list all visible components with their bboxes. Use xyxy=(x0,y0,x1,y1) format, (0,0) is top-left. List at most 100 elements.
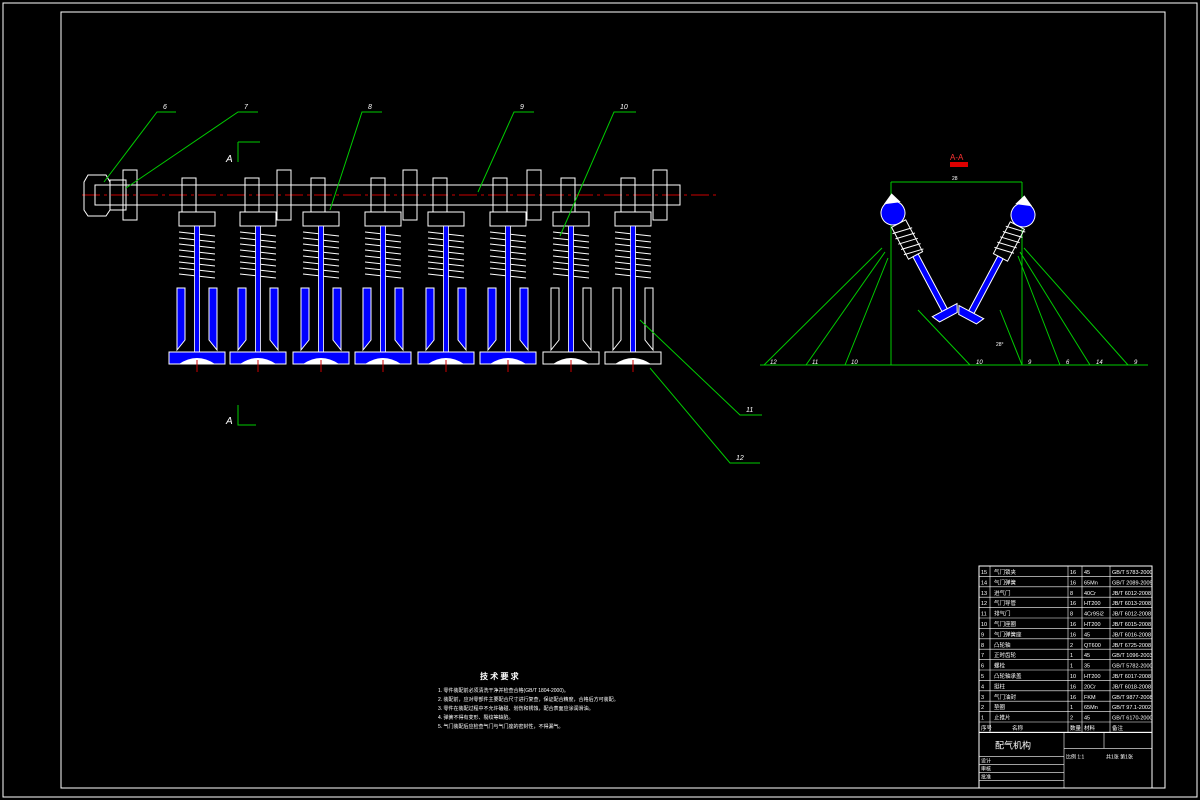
bom-cell: 气门锁夹 xyxy=(994,568,1017,576)
balloon-number: 8 xyxy=(368,104,372,111)
right-valve-assembly xyxy=(958,195,1036,325)
valve-guide-left xyxy=(612,287,622,352)
valve-guide-right xyxy=(394,287,404,352)
bom-cell: 16 xyxy=(1070,695,1076,701)
bom-cell: 16 xyxy=(1070,632,1076,638)
tech-req-item: 5. 气门装配后应检查气门与气门座的密封性，不得漏气。 xyxy=(438,723,564,730)
balloon-number: 12 xyxy=(770,360,777,366)
bom-cell: 16 xyxy=(1070,601,1076,607)
bom-cell: 8 xyxy=(1070,612,1073,618)
section-label-bottom: A xyxy=(225,416,233,427)
balloon-number: 11 xyxy=(812,360,818,366)
bom-cell: 9 xyxy=(981,632,984,638)
bom-cell: 6 xyxy=(981,664,984,670)
bom-cell: GB/T 5782-2000 xyxy=(1112,664,1153,670)
valve-tappet xyxy=(364,211,402,227)
valve-stem xyxy=(380,225,386,353)
bom-cell: 40Cr xyxy=(1084,591,1096,597)
valve-guide-left xyxy=(237,287,247,352)
leader-line xyxy=(1017,255,1061,366)
valve-assembly xyxy=(417,211,475,372)
bom-cell: HT200 xyxy=(1084,601,1101,607)
bom-cell: 2 xyxy=(981,705,984,711)
bom-cell: 13 xyxy=(981,591,987,597)
bom-header-cell: 名称 xyxy=(1012,724,1024,732)
bom-cell: JB/T 6012-2008 xyxy=(1112,591,1151,597)
scale-label: 比例 1:1 xyxy=(1066,753,1085,760)
valve-row xyxy=(168,211,662,372)
bom-cell: GB/T 6170-2000 xyxy=(1112,716,1153,722)
bom-cell: JB/T 6018-2008 xyxy=(1112,684,1151,690)
valve-guide-right xyxy=(582,287,592,352)
bom-cell: 2 xyxy=(1070,716,1073,722)
balloon-number: 14 xyxy=(1096,360,1103,366)
balloon-number: 6 xyxy=(163,104,167,111)
bom-cell: 2 xyxy=(1070,643,1073,649)
valve-tappet xyxy=(239,211,277,227)
main-leaders: 6 7 8 9 10 11 12 xyxy=(103,104,762,464)
bom-cell: 11 xyxy=(981,612,987,618)
valve-stem xyxy=(630,225,636,353)
left-valve-assembly xyxy=(880,193,958,323)
tech-req-title: 技 术 要 求 xyxy=(480,671,520,681)
tech-req-items: 1. 零件装配前必须清洗干净并检查合格(GB/T 1804-2000)。 2. 装… xyxy=(438,687,619,730)
valve-tappet xyxy=(427,211,465,227)
bom-cell: 正时齿轮 xyxy=(994,651,1017,659)
valve-tappet xyxy=(302,211,340,227)
bom-cell: 12 xyxy=(981,601,987,607)
bom-cell: GB/T 5783-2000 xyxy=(1112,570,1153,576)
bom-cell: 8 xyxy=(981,643,984,649)
balloon-number: 9 xyxy=(520,104,524,111)
bom-cell: 凸轮轴 xyxy=(994,641,1011,649)
bom-header-cell: 备注 xyxy=(1112,724,1124,732)
bom-cell: JB/T 6017-2008 xyxy=(1112,674,1151,680)
bom-cell: GB/T 9877-2008 xyxy=(1112,695,1153,701)
bom-cell: 14 xyxy=(981,580,987,586)
valve-tappet xyxy=(614,211,652,227)
bom-cell: 16 xyxy=(1070,622,1076,628)
bom-cell: GB/T 2089-2009 xyxy=(1112,580,1153,586)
valve-guide-left xyxy=(425,287,435,352)
bom-cell: 4 xyxy=(981,684,984,690)
section-mark-top: A xyxy=(225,141,260,165)
bom-cell: 排气门 xyxy=(994,610,1011,618)
balloon-number: 10 xyxy=(976,360,983,366)
valve-stem xyxy=(505,225,511,353)
valve-guide-left xyxy=(550,287,560,352)
tech-req-item: 2. 装配前，应对零部件主要配合尺寸进行复查，保证配合精度，合格后方可装配。 xyxy=(438,696,619,703)
tech-req-item: 4. 弹簧不得有变形、裂纹等缺陷。 xyxy=(438,714,514,721)
leader-line xyxy=(805,251,886,366)
bom-cell: 1 xyxy=(1070,664,1073,670)
bom-cell: 4Cr9Si2 xyxy=(1084,612,1104,618)
cad-drawing-canvas: 6 7 8 9 101112 A A A-A 28 28° 12 11 10 1… xyxy=(2,2,1198,798)
bom-cell: 65Mn xyxy=(1084,705,1098,711)
balloon-number: 11 xyxy=(746,407,753,414)
leader-line xyxy=(477,111,534,193)
valve-assembly xyxy=(479,211,537,372)
valve-guide-left xyxy=(300,287,310,352)
bom-cell: 螺栓 xyxy=(994,662,1006,670)
balloon-number: 12 xyxy=(736,455,744,462)
leader-line xyxy=(1019,251,1091,366)
bom-cell: JB/T 6012-2008 xyxy=(1112,612,1151,618)
valve-guide-right xyxy=(519,287,529,352)
valve-guide-left xyxy=(362,287,372,352)
bom-cell: JB/T 6725-2008 xyxy=(1112,643,1151,649)
bom-cell: FKM xyxy=(1084,695,1096,701)
leader-line xyxy=(999,309,1023,366)
bom-cell: 气门座圈 xyxy=(994,620,1017,628)
valve-tappet xyxy=(552,211,590,227)
tech-req-item: 3. 零件在装配过程中不允许磕碰、划伤和锈蚀，配合表面应涂润滑油。 xyxy=(438,705,594,712)
valve-stem xyxy=(255,225,261,353)
bom-cell: QT600 xyxy=(1084,643,1101,649)
bom-cell: 气门油封 xyxy=(994,693,1017,701)
bom-cell: JB/T 6013-2008 xyxy=(1112,601,1151,607)
valve-stem xyxy=(194,225,200,353)
section-label-top: A xyxy=(225,154,233,165)
bom-cell: 15 xyxy=(981,570,987,576)
bom-cell: 进气门 xyxy=(994,589,1011,597)
leader-line xyxy=(844,257,889,366)
bom-header-cell: 序号 xyxy=(981,724,993,732)
section-view-title: A-A xyxy=(950,153,964,162)
bom-cell: 10 xyxy=(1070,674,1076,680)
